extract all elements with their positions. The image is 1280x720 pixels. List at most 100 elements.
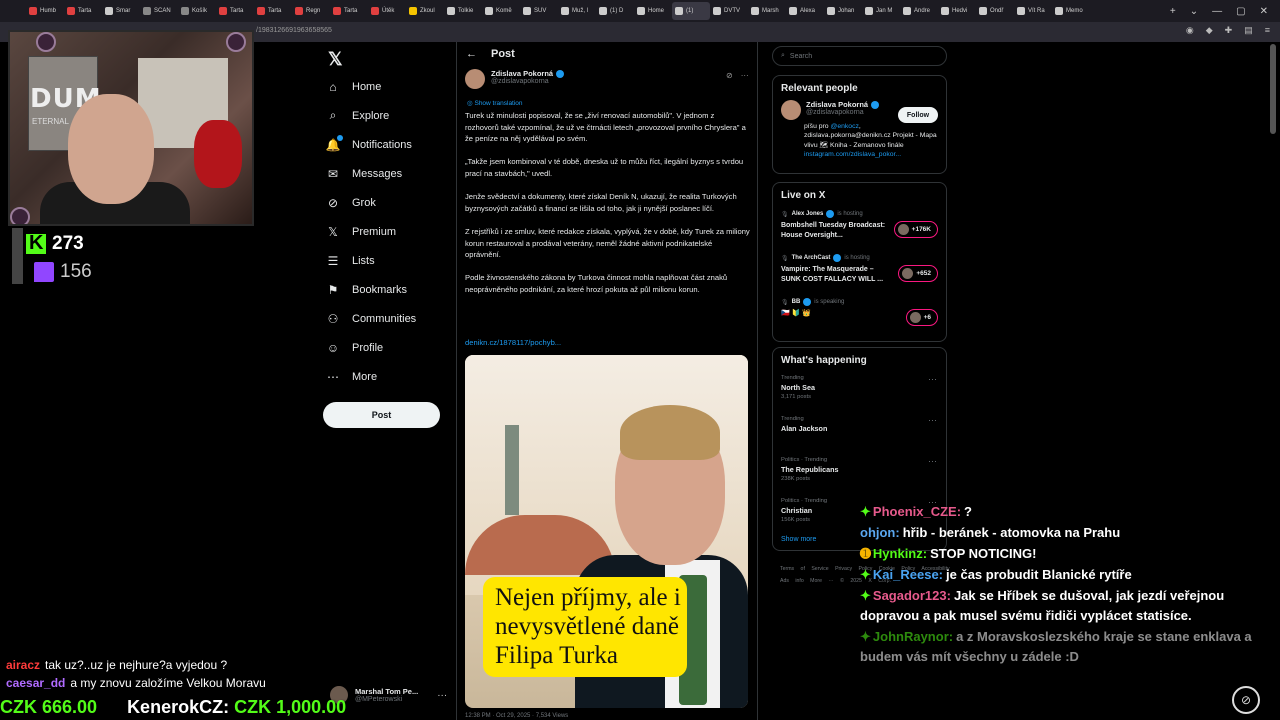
tab-label[interactable]: Tarta xyxy=(268,8,281,14)
browser-tab[interactable]: Memo xyxy=(1052,2,1090,20)
author-name[interactable]: Zdislava Pokorná xyxy=(491,69,553,78)
url-text[interactable]: /1983126691963658565 xyxy=(256,27,332,34)
tab-label[interactable]: Útěk xyxy=(382,8,394,14)
nav-item-notifications[interactable]: 🔔 Notifications xyxy=(326,130,446,159)
nav-item-communities[interactable]: ⚇ Communities xyxy=(326,305,446,334)
browser-tab[interactable]: Tolkie xyxy=(444,2,482,20)
nav-label[interactable]: Explore xyxy=(352,110,389,122)
tab-label[interactable]: Tarta xyxy=(230,8,243,14)
live-item[interactable]: 🎙 Alex Jones is hosting Bombshell Tuesday B… xyxy=(773,207,946,251)
browser-tab[interactable]: (1) xyxy=(672,2,710,20)
tab-label[interactable]: Tarta xyxy=(78,8,91,14)
live-host-name[interactable]: Alex Jones xyxy=(792,211,824,217)
browser-tab[interactable]: Ondř xyxy=(976,2,1014,20)
live-item[interactable]: 🎙 BB is speaking 🇨🇿 🔰 👑 +6 xyxy=(773,295,946,339)
live-listener-badge[interactable]: +176K xyxy=(893,221,938,238)
list-tabs-icon[interactable]: ⌄ xyxy=(1190,6,1198,17)
menu-icon[interactable]: ≡ xyxy=(1265,25,1270,36)
more-dots-icon[interactable]: ··· xyxy=(928,374,937,384)
more-dots-icon[interactable]: ··· xyxy=(928,415,937,425)
browser-tab[interactable]: Home xyxy=(634,2,672,20)
search-input[interactable]: ⌕ Search xyxy=(772,46,947,66)
tab-label[interactable]: (1) D xyxy=(610,8,623,14)
user-handle[interactable]: @zdislavapokorna xyxy=(806,109,879,116)
tab-label[interactable]: Tolkie xyxy=(458,8,473,14)
live-host-name[interactable]: The ArchCast xyxy=(792,255,831,261)
browser-tab[interactable]: Regn xyxy=(292,2,330,20)
tab-label[interactable]: Vít Ra xyxy=(1028,8,1045,14)
nav-item-premium[interactable]: 𝕏 Premium xyxy=(326,217,446,246)
tab-label[interactable]: Košík xyxy=(192,8,207,14)
tab-label[interactable]: DVTV xyxy=(724,8,740,14)
show-translation-link[interactable]: ◎ Show translation xyxy=(467,99,523,107)
new-tab-icon[interactable]: + xyxy=(1170,6,1176,17)
live-title[interactable]: Vampire: The Masquerade – SUNK COST FALL… xyxy=(781,265,891,284)
browser-tab[interactable]: DVTV xyxy=(710,2,748,20)
back-arrow-icon[interactable]: ← xyxy=(466,48,477,60)
folder-icon[interactable]: ▤ xyxy=(1244,25,1253,36)
tab-label[interactable]: Regn xyxy=(306,8,320,14)
live-listener-badge[interactable]: +652 xyxy=(898,265,938,282)
trend-item[interactable]: Politics · Trending The Republicans 238K p… xyxy=(773,454,946,495)
post-author[interactable]: Zdislava Pokorná @zdislavapokorna xyxy=(465,69,565,89)
avatar[interactable] xyxy=(465,69,485,89)
tab-label[interactable]: Alexa xyxy=(800,8,815,14)
browser-tab[interactable]: Alexa xyxy=(786,2,824,20)
browser-tab[interactable]: Johan xyxy=(824,2,862,20)
browser-tab[interactable]: Muž, l xyxy=(558,2,596,20)
trend-name[interactable]: North Sea xyxy=(781,383,938,392)
close-window-icon[interactable]: ✕ xyxy=(1260,6,1268,17)
nav-item-grok[interactable]: ⊘ Grok xyxy=(326,188,446,217)
browser-tab[interactable]: Hedvi xyxy=(938,2,976,20)
live-host-name[interactable]: BB xyxy=(792,299,801,305)
puzzle-icon[interactable]: ✚ xyxy=(1225,25,1233,36)
tab-label[interactable]: Komě xyxy=(496,8,512,14)
nav-label[interactable]: More xyxy=(352,371,377,383)
trend-item[interactable]: Trending Alan Jackson ··· xyxy=(773,413,946,454)
browser-tab[interactable]: Tarta xyxy=(254,2,292,20)
nav-label[interactable]: Messages xyxy=(352,168,402,180)
browser-tab[interactable]: Tarta xyxy=(64,2,102,20)
browser-tab[interactable]: Útěk xyxy=(368,2,406,20)
tab-label[interactable]: Muž, l xyxy=(572,8,588,14)
nav-item-messages[interactable]: ✉ Messages xyxy=(326,159,446,188)
nav-label[interactable]: Grok xyxy=(352,197,376,209)
nav-label[interactable]: Communities xyxy=(352,313,416,325)
minimize-icon[interactable]: — xyxy=(1212,6,1222,17)
account-icon[interactable]: ◉ xyxy=(1186,25,1194,36)
nav-item-home[interactable]: ⌂ Home xyxy=(326,72,446,101)
live-title[interactable]: Bombshell Tuesday Broadcast: House Overs… xyxy=(781,221,891,240)
tab-label[interactable]: SCAN xyxy=(154,8,171,14)
live-title[interactable]: 🇨🇿 🔰 👑 xyxy=(781,309,891,319)
tab-label[interactable]: SUV xyxy=(534,8,546,14)
nav-item-more[interactable]: ⋯ More xyxy=(326,363,446,392)
user-name[interactable]: Zdislava Pokorná xyxy=(806,100,868,109)
tab-label[interactable]: (1) xyxy=(686,8,693,14)
maximize-icon[interactable]: ▢ xyxy=(1236,6,1245,17)
post-link[interactable]: denikn.cz/1878117/pochyb... xyxy=(465,338,561,347)
trend-name[interactable]: Alan Jackson xyxy=(781,424,938,433)
tab-label[interactable]: Smar xyxy=(116,8,130,14)
browser-tab[interactable]: Komě xyxy=(482,2,520,20)
tab-label[interactable]: Zkoul xyxy=(420,8,435,14)
browser-tab[interactable]: Humb xyxy=(26,2,64,20)
nav-label[interactable]: Premium xyxy=(352,226,396,238)
browser-tab[interactable]: (1) D xyxy=(596,2,634,20)
browser-tab[interactable]: SCAN xyxy=(140,2,178,20)
show-translation-label[interactable]: Show translation xyxy=(474,100,522,107)
tab-label[interactable]: Marsh xyxy=(762,8,779,14)
tab-label[interactable]: Jan M xyxy=(876,8,892,14)
tab-label[interactable]: Andre xyxy=(914,8,930,14)
browser-tab[interactable]: Tarta xyxy=(216,2,254,20)
grok-compose-icon[interactable]: ⊘ xyxy=(1232,686,1260,714)
more-dots-icon[interactable]: ··· xyxy=(741,71,749,80)
tab-label[interactable]: Memo xyxy=(1066,8,1083,14)
nav-label[interactable]: Bookmarks xyxy=(352,284,407,296)
tab-label[interactable]: Humb xyxy=(40,8,56,14)
author-handle[interactable]: @zdislavapokorna xyxy=(491,78,564,85)
nav-item-profile[interactable]: ☺ Profile xyxy=(326,334,446,363)
live-listener-badge[interactable]: +6 xyxy=(905,309,938,326)
browser-tab[interactable]: Andre xyxy=(900,2,938,20)
tab-label[interactable]: Hedvi xyxy=(952,8,967,14)
browser-tab[interactable]: SUV xyxy=(520,2,558,20)
